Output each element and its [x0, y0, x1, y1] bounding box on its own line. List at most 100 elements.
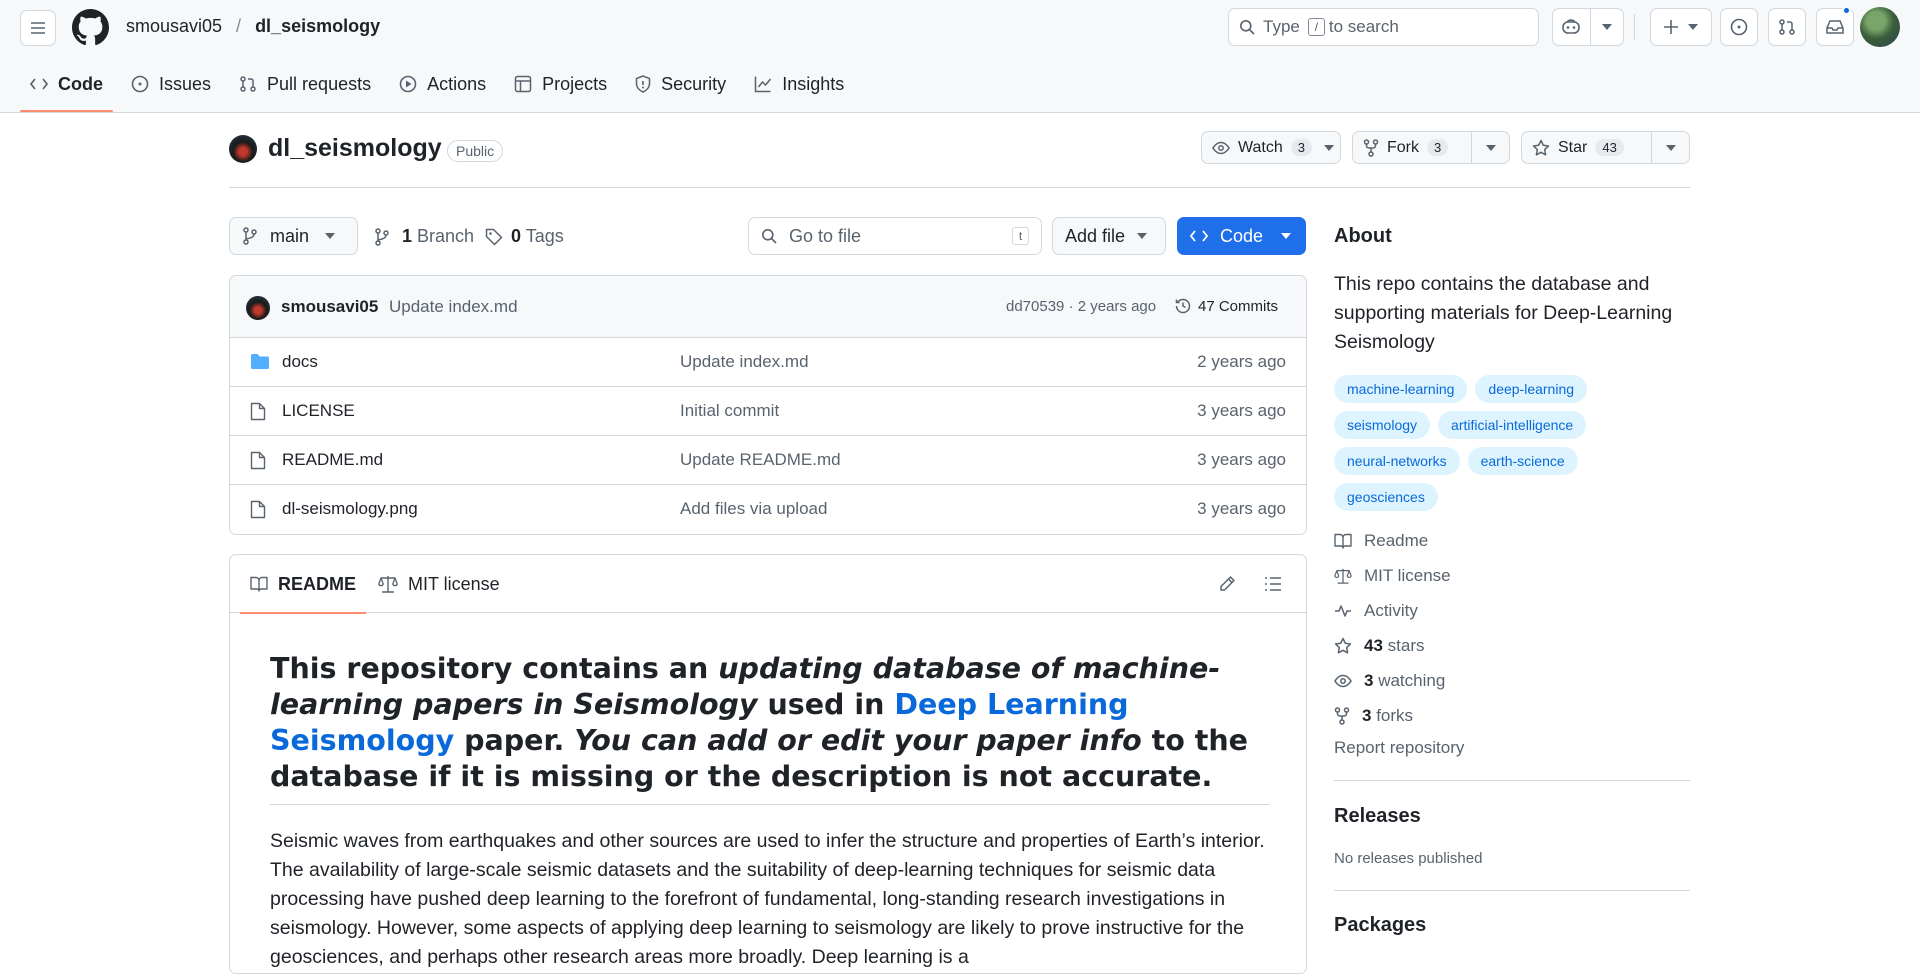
topic-tag[interactable]: earth-science: [1467, 447, 1578, 475]
file-name[interactable]: README.md: [282, 450, 383, 470]
star-button[interactable]: Star 43: [1521, 131, 1690, 164]
forks-label: forks: [1376, 705, 1414, 725]
table-row[interactable]: docs Update index.md 2 years ago: [230, 338, 1306, 387]
tab-insights[interactable]: Insights: [744, 62, 854, 106]
play-icon: [399, 75, 417, 93]
table-row[interactable]: dl-seismology.png Add files via upload 3…: [230, 485, 1306, 534]
tab-actions[interactable]: Actions: [389, 62, 496, 106]
readme-link-label: Readme: [1364, 530, 1429, 550]
tab-label: Pull requests: [267, 73, 372, 94]
inbox-icon: [1826, 20, 1844, 34]
star-dropdown[interactable]: [1651, 132, 1689, 163]
watching-link[interactable]: 3 watching: [1334, 663, 1690, 698]
tab-issues[interactable]: Issues: [121, 62, 221, 106]
file-commit-message[interactable]: Update README.md: [680, 450, 841, 470]
report-repository-link[interactable]: Report repository: [1334, 733, 1690, 763]
topic-tag[interactable]: artificial-intelligence: [1438, 411, 1587, 439]
activity-link[interactable]: Activity: [1334, 593, 1690, 628]
readme-tabs: README MIT license: [230, 555, 1306, 614]
fork-count: 3: [1427, 139, 1449, 156]
tag-label: Tags: [525, 226, 564, 246]
heading-text: used in: [757, 688, 895, 721]
history-icon: [1175, 298, 1191, 314]
outline-list-icon[interactable]: [1264, 576, 1282, 592]
star-count: 43: [1595, 139, 1624, 156]
branch-count: 1: [402, 226, 413, 246]
watch-count: 3: [1290, 139, 1312, 156]
law-icon: [1334, 568, 1352, 584]
releases-title[interactable]: Releases: [1334, 805, 1421, 828]
fork-dropdown[interactable]: [1471, 132, 1509, 163]
search-prefix: Type: [1263, 17, 1300, 36]
commit-hash-time[interactable]: dd70539 · 2 years ago: [1006, 298, 1156, 315]
tab-label: Security: [661, 73, 727, 94]
tab-pull-requests[interactable]: Pull requests: [229, 62, 381, 106]
heading-text: paper.: [454, 724, 575, 757]
tab-label: Issues: [159, 73, 212, 94]
commits-link[interactable]: 47 Commits: [1174, 297, 1278, 315]
user-avatar[interactable]: [1860, 7, 1900, 47]
global-search-input[interactable]: Type / to search: [1228, 8, 1539, 46]
commit-author-avatar[interactable]: [246, 296, 270, 320]
create-new-button[interactable]: [1650, 8, 1712, 46]
topic-tag[interactable]: geosciences: [1334, 483, 1438, 511]
code-button[interactable]: Code: [1177, 217, 1306, 255]
issues-button[interactable]: [1720, 8, 1758, 46]
add-file-button[interactable]: Add file: [1052, 217, 1166, 255]
pull-requests-button[interactable]: [1768, 8, 1806, 46]
search-icon: [762, 229, 777, 244]
readme-link[interactable]: Readme: [1334, 523, 1690, 558]
file-name[interactable]: dl-seismology.png: [282, 499, 418, 519]
breadcrumb-owner[interactable]: smousavi05: [126, 16, 222, 37]
chevron-down-icon: [325, 233, 336, 239]
file-commit-message[interactable]: Update index.md: [680, 352, 809, 372]
breadcrumb-repo[interactable]: dl_seismology: [255, 16, 380, 37]
edit-icon[interactable]: [1218, 575, 1236, 593]
topics-list: machine-learning deep-learning seismology a…: [1334, 375, 1690, 519]
tab-security[interactable]: Security: [625, 62, 736, 106]
commit-message[interactable]: Update index.md: [389, 297, 518, 317]
repo-title[interactable]: dl_seismology: [268, 134, 442, 163]
commit-author[interactable]: smousavi05: [281, 297, 378, 317]
copilot-button[interactable]: [1552, 8, 1624, 46]
topic-tag[interactable]: neural-networks: [1334, 447, 1460, 475]
fork-icon: [1363, 138, 1379, 157]
menu-button[interactable]: [20, 10, 56, 46]
topic-tag[interactable]: machine-learning: [1334, 375, 1468, 403]
file-commit-message[interactable]: Initial commit: [680, 401, 779, 421]
packages-title[interactable]: Packages: [1334, 914, 1426, 937]
stars-link[interactable]: 43 stars: [1334, 628, 1690, 663]
star-main[interactable]: Star 43: [1522, 132, 1651, 163]
watch-button[interactable]: Watch 3: [1201, 131, 1341, 164]
topic-tag[interactable]: deep-learning: [1475, 375, 1588, 403]
file-date: 2 years ago: [1197, 352, 1286, 371]
chevron-down-icon: [1688, 24, 1698, 30]
about-title: About: [1334, 225, 1392, 247]
tab-code[interactable]: Code: [20, 62, 113, 112]
tab-readme[interactable]: README: [239, 555, 367, 614]
watch-main[interactable]: Watch 3: [1202, 132, 1322, 163]
tab-projects[interactable]: Projects: [504, 62, 617, 106]
go-to-file-input[interactable]: Go to file t: [748, 217, 1042, 255]
branch-select-button[interactable]: main: [229, 217, 358, 255]
table-row[interactable]: README.md Update README.md 3 years ago: [230, 436, 1306, 485]
file-commit-message[interactable]: Add files via upload: [680, 499, 827, 519]
table-row[interactable]: LICENSE Initial commit 3 years ago: [230, 387, 1306, 436]
sidebar-divider: [1334, 780, 1690, 781]
tags-link[interactable]: 0 Tags: [485, 226, 564, 247]
pulse-icon: [1335, 604, 1351, 617]
branches-link[interactable]: 1 Branch: [374, 226, 474, 247]
star-icon: [1532, 139, 1550, 156]
tab-license[interactable]: MIT license: [378, 555, 500, 613]
file-name[interactable]: LICENSE: [282, 401, 355, 421]
topic-tag[interactable]: seismology: [1334, 411, 1431, 439]
file-name[interactable]: docs: [282, 352, 318, 372]
license-link[interactable]: MIT license: [1334, 558, 1690, 593]
fork-button[interactable]: Fork 3: [1352, 131, 1510, 164]
fork-icon: [1334, 706, 1350, 725]
about-description: This repo contains the database and supp…: [1334, 273, 1673, 353]
fork-main[interactable]: Fork 3: [1353, 132, 1471, 163]
forks-link[interactable]: 3 forks: [1334, 698, 1690, 733]
file-date: 3 years ago: [1197, 401, 1286, 420]
github-logo-icon[interactable]: [72, 9, 109, 46]
